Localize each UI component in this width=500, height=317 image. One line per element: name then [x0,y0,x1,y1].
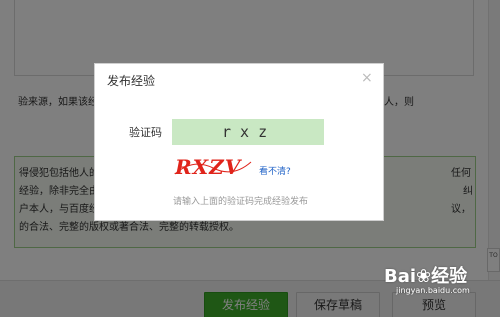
captcha-text: RXZV [174,155,243,179]
captcha-image[interactable]: RXZV [173,154,253,180]
close-icon[interactable]: × [361,70,373,86]
baidu-jingyan-watermark: Bai❀经验 [384,266,468,287]
refresh-captcha-link[interactable]: 看不清? [259,164,291,177]
dialog-title: 发布经验 [107,74,156,88]
watermark-url: jingyan.baidu.com [396,286,470,295]
publish-captcha-dialog: 发布经验 × 验证码 RXZV 看不清? 请输入上面的验证码完成经验发布 [94,63,384,221]
captcha-hint: 请输入上面的验证码完成经验发布 [173,197,309,207]
captcha-input[interactable] [172,119,324,145]
captcha-label: 验证码 [129,126,162,139]
